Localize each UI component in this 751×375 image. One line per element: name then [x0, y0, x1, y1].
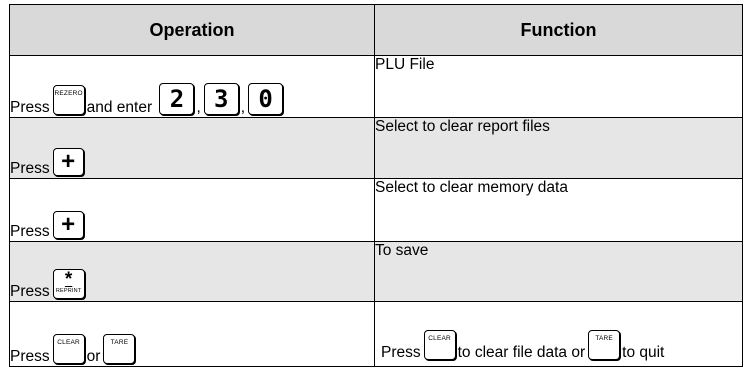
press-text: Press	[10, 283, 50, 300]
press-text: Press	[10, 160, 50, 177]
press-text: Press	[381, 344, 421, 361]
plus-key-icon: +	[52, 148, 84, 176]
operation-table: Operation Function Press REZERO and enter …	[9, 4, 743, 367]
digit-2-key-icon: 2	[159, 83, 195, 115]
header-row: Operation Function	[9, 4, 743, 56]
function-cell: PLU File	[374, 55, 743, 118]
rezero-key-icon: REZERO	[52, 85, 85, 115]
press-text: Press	[10, 348, 50, 365]
header-operation: Operation	[9, 4, 375, 56]
and-enter-text: and enter	[86, 99, 153, 116]
press-text: Press	[10, 99, 50, 116]
comma-separator: ,	[240, 99, 246, 116]
reprint-star-key-icon: * REPRINT	[52, 269, 85, 299]
table-row: Press CLEAR or TARE Press CLEAR to clear file…	[9, 301, 743, 367]
clear-file-data-text: to clear file data or	[457, 344, 586, 361]
operation-cell: Press +	[9, 178, 375, 242]
operation-cell: Press CLEAR or TARE	[9, 301, 375, 367]
table-row: Press + Select to clear memory data	[9, 178, 743, 242]
function-cell: Select to clear memory data	[374, 178, 743, 242]
plus-key-icon: +	[52, 211, 84, 239]
comma-separator: ,	[196, 99, 201, 116]
quit-text: to quit	[622, 344, 665, 361]
header-function: Function	[374, 4, 743, 56]
function-cell: To save	[374, 241, 743, 302]
or-text: or	[86, 348, 101, 365]
press-text: Press	[10, 223, 50, 240]
table-row: Press REZERO and enter 2,3,0 PLU File	[9, 55, 743, 118]
clear-key-icon: CLEAR	[423, 330, 456, 360]
digit-3-key-icon: 3	[203, 83, 239, 115]
table-row: Press * REPRINT To save	[9, 241, 743, 302]
digit-0-key-icon: 0	[248, 83, 284, 115]
clear-key-icon: CLEAR	[52, 334, 85, 364]
operation-cell: Press +	[9, 117, 375, 179]
function-cell: Select to clear report files	[374, 117, 743, 179]
table-row: Press + Select to clear report files	[9, 117, 743, 179]
function-cell: Press CLEAR to clear file data or TARE to qu…	[374, 301, 743, 367]
tare-key-icon: TARE	[588, 330, 621, 360]
tare-key-icon: TARE	[103, 334, 136, 364]
operation-cell: Press REZERO and enter 2,3,0	[9, 55, 375, 118]
operation-cell: Press * REPRINT	[9, 241, 375, 302]
